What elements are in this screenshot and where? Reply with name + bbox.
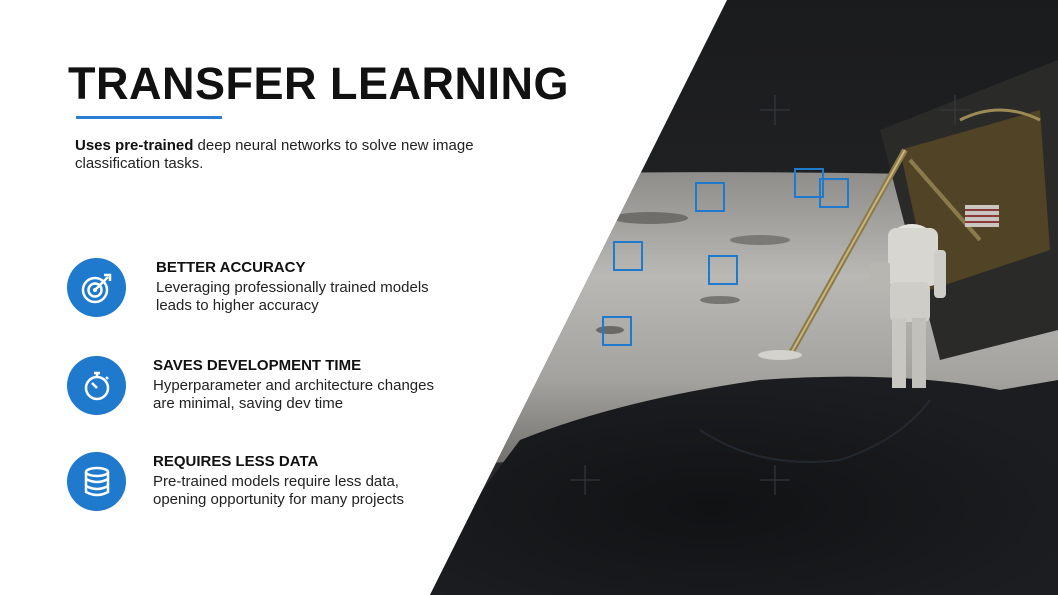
feature-description-line: are minimal, saving dev time <box>153 395 344 412</box>
feature-description-line: Hyperparameter and architecture changes <box>153 377 434 394</box>
feature-heading: REQUIRES LESS DATA <box>153 453 319 470</box>
feature-requires-less-data: REQUIRES LESS DATA Pre-trained models re… <box>67 452 487 514</box>
feature-description: Hyperparameter and architecture changes … <box>153 377 473 413</box>
feature-description: Pre-trained models require less data, op… <box>153 473 473 509</box>
feature-saves-development-time: SAVES DEVELOPMENT TIME Hyperparameter an… <box>67 356 487 418</box>
feature-better-accuracy: BETTER ACCURACY Leveraging professionall… <box>67 258 487 320</box>
stopwatch-icon <box>67 356 126 415</box>
slide-subtitle: Uses pre-trained deep neural networks to… <box>75 137 475 173</box>
feature-heading: BETTER ACCURACY <box>156 259 306 276</box>
slide-title: TRANSFER LEARNING <box>68 58 569 109</box>
feature-heading: SAVES DEVELOPMENT TIME <box>153 357 362 374</box>
title-underline <box>76 116 222 119</box>
feature-description-line: opening opportunity for many projects <box>153 491 404 508</box>
subtitle-bold: Uses pre-trained <box>75 137 194 154</box>
feature-description-line: Leveraging professionally trained models <box>156 279 429 296</box>
feature-description: Leveraging professionally trained models… <box>156 279 476 315</box>
database-icon <box>67 452 126 511</box>
target-icon <box>67 258 126 317</box>
feature-description-line: leads to higher accuracy <box>156 297 319 314</box>
feature-description-line: Pre-trained models require less data, <box>153 473 399 490</box>
